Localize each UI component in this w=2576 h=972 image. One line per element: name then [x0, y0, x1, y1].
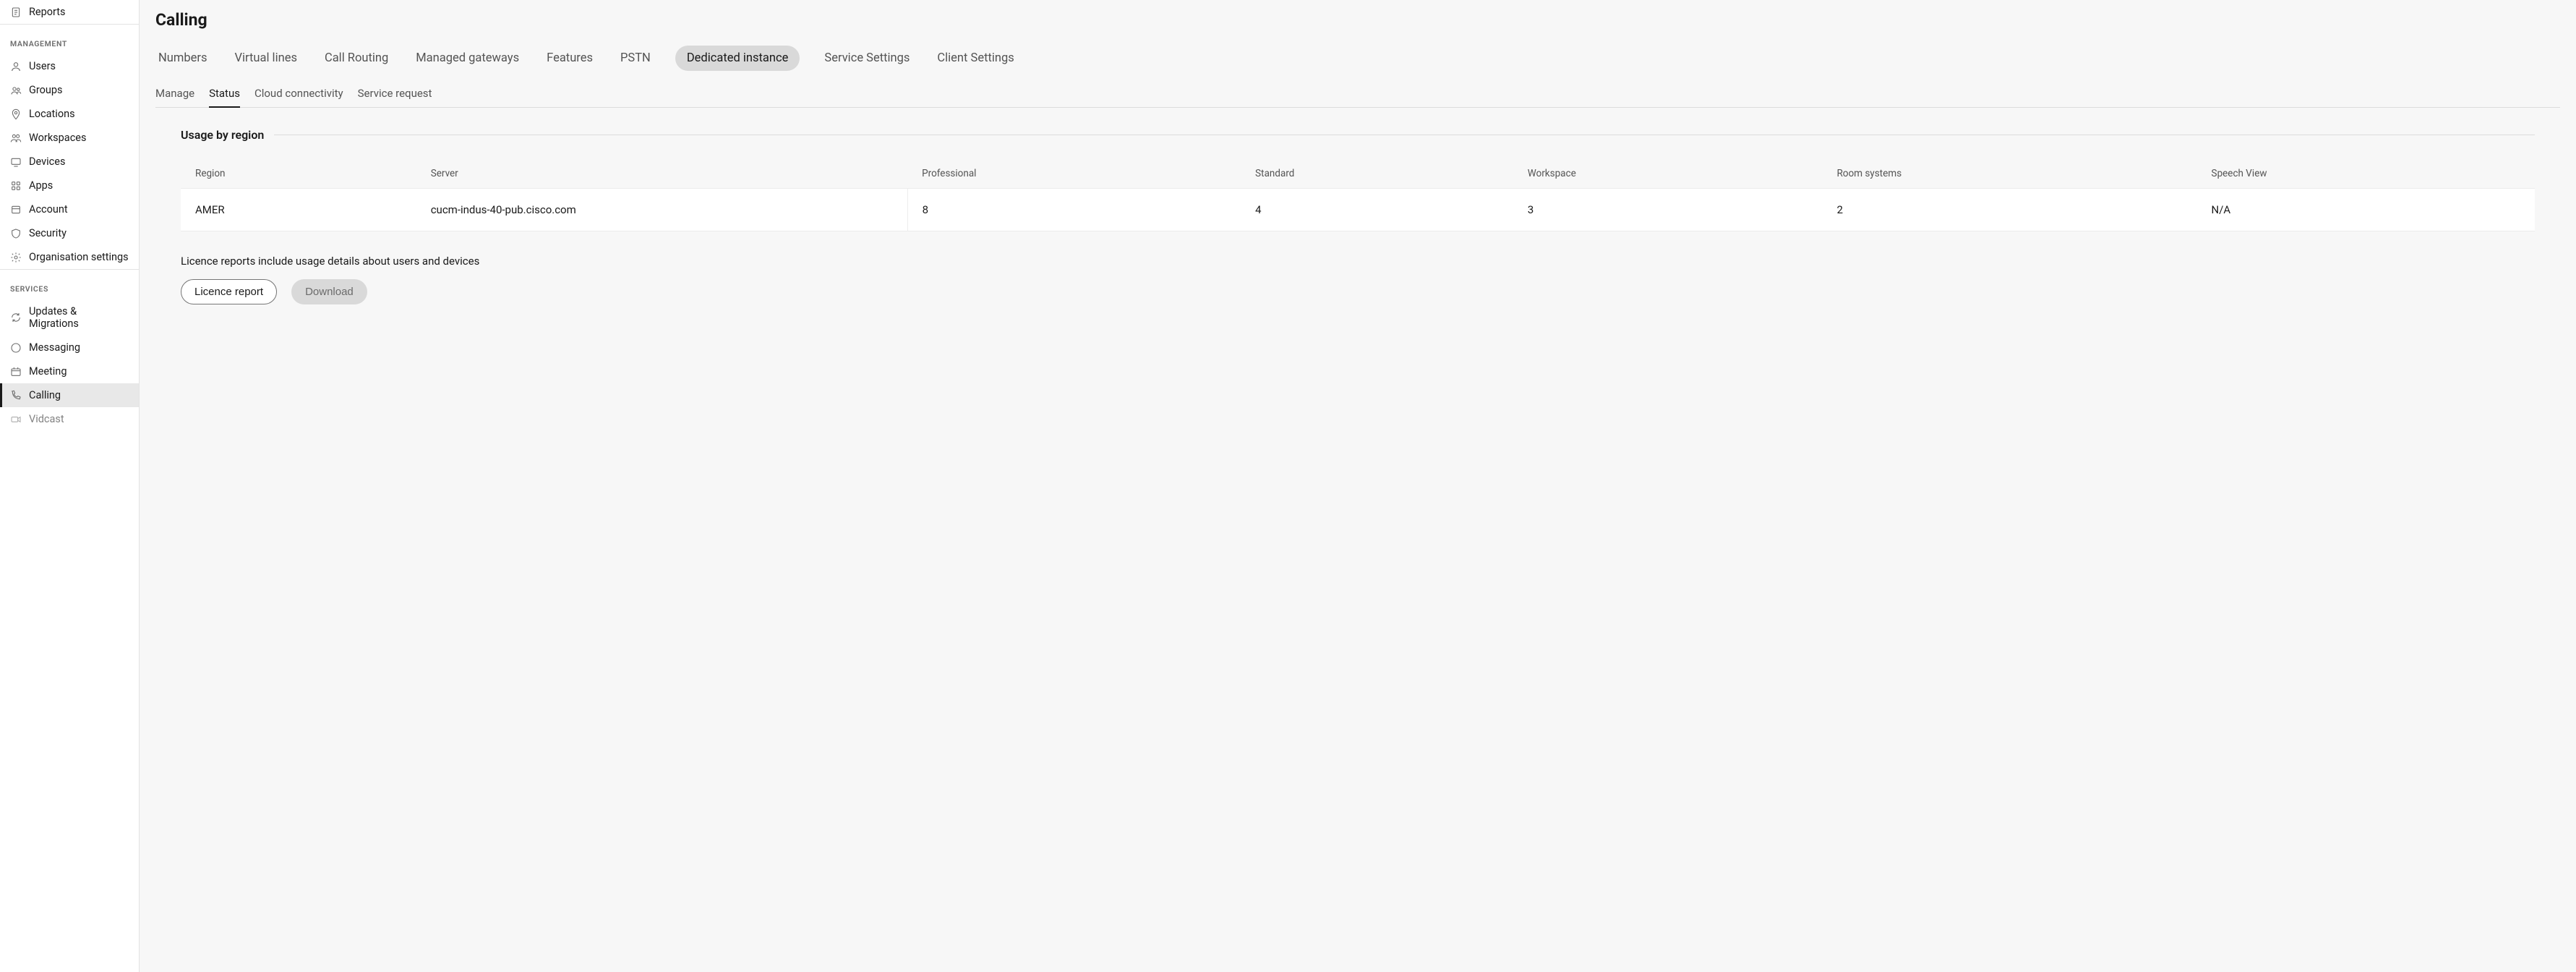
groups-icon: [10, 85, 22, 96]
devices-icon: [10, 156, 22, 168]
cell-server: cucm-indus-40-pub.cisco.com: [416, 189, 907, 231]
video-icon: [10, 414, 22, 425]
workspaces-icon: [10, 132, 22, 144]
sidebar-item-locations[interactable]: Locations: [0, 102, 139, 126]
sub-tabs: Manage Status Cloud connectivity Service…: [155, 87, 2560, 108]
usage-table: Region Server Professional Standard Work…: [181, 159, 2535, 231]
subtab-manage[interactable]: Manage: [155, 87, 194, 107]
table-header-row: Region Server Professional Standard Work…: [181, 159, 2535, 189]
sidebar-item-groups[interactable]: Groups: [0, 78, 139, 102]
col-speech-view: Speech View: [2197, 159, 2535, 189]
col-room-systems: Room systems: [1823, 159, 2197, 189]
top-tabs: Numbers Virtual lines Call Routing Manag…: [155, 46, 2560, 71]
cell-professional: 8: [907, 189, 1241, 231]
sidebar-item-messaging[interactable]: Messaging: [0, 336, 139, 359]
sidebar-section-management: MANAGEMENT: [0, 25, 139, 54]
subtab-status[interactable]: Status: [209, 87, 240, 107]
tab-numbers[interactable]: Numbers: [155, 46, 210, 71]
sidebar: Reports MANAGEMENT Users Groups Location…: [0, 0, 140, 972]
subtab-cloud-connectivity[interactable]: Cloud connectivity: [254, 87, 343, 107]
shield-icon: [10, 228, 22, 239]
sidebar-item-label: Updates & Migrations: [29, 305, 129, 330]
sidebar-item-devices[interactable]: Devices: [0, 150, 139, 174]
apps-icon: [10, 180, 22, 192]
sidebar-item-label: Reports: [29, 6, 66, 18]
location-icon: [10, 108, 22, 120]
subtab-service-request[interactable]: Service request: [358, 87, 432, 107]
sidebar-item-label: Organisation settings: [29, 251, 129, 263]
sidebar-item-label: Calling: [29, 389, 61, 401]
cell-room-systems: 2: [1823, 189, 2197, 231]
sidebar-item-label: Security: [29, 227, 67, 239]
tab-features[interactable]: Features: [544, 46, 596, 71]
sidebar-item-label: Users: [29, 60, 56, 72]
usage-table-wrap: Region Server Professional Standard Work…: [181, 159, 2535, 231]
col-server: Server: [416, 159, 907, 189]
sidebar-item-label: Meeting: [29, 365, 67, 378]
sidebar-item-calling[interactable]: Calling: [0, 383, 139, 407]
sidebar-item-organisation-settings[interactable]: Organisation settings: [0, 245, 139, 269]
report-icon: [10, 7, 22, 18]
sidebar-item-users[interactable]: Users: [0, 54, 139, 78]
cell-speech-view: N/A: [2197, 189, 2535, 231]
licence-buttons: Licence report Download: [181, 279, 2535, 304]
sidebar-section-services: SERVICES: [0, 270, 139, 299]
tab-dedicated-instance[interactable]: Dedicated instance: [675, 46, 800, 71]
account-icon: [10, 204, 22, 216]
refresh-icon: [10, 312, 22, 323]
meeting-icon: [10, 366, 22, 378]
sidebar-item-label: Locations: [29, 108, 75, 120]
licence-description: Licence reports include usage details ab…: [181, 255, 2535, 268]
user-icon: [10, 61, 22, 72]
gear-icon: [10, 252, 22, 263]
sidebar-item-label: Groups: [29, 84, 63, 96]
col-region: Region: [181, 159, 416, 189]
sidebar-item-account[interactable]: Account: [0, 197, 139, 221]
page-title: Calling: [155, 10, 2560, 30]
licence-report-button[interactable]: Licence report: [181, 279, 277, 304]
cell-standard: 4: [1241, 189, 1513, 231]
sidebar-item-workspaces[interactable]: Workspaces: [0, 126, 139, 150]
cell-region: AMER: [181, 189, 416, 231]
download-button[interactable]: Download: [291, 279, 367, 304]
cell-workspace: 3: [1513, 189, 1823, 231]
tab-managed-gateways[interactable]: Managed gateways: [413, 46, 522, 71]
sidebar-item-reports[interactable]: Reports: [0, 0, 139, 24]
tab-client-settings[interactable]: Client Settings: [934, 46, 1017, 71]
sidebar-item-label: Devices: [29, 155, 65, 168]
table-row: AMER cucm-indus-40-pub.cisco.com 8 4 3 2…: [181, 189, 2535, 231]
section-header-usage: Usage by region: [181, 128, 2535, 142]
sidebar-item-label: Workspaces: [29, 132, 86, 144]
sidebar-item-label: Vidcast: [29, 413, 64, 425]
main-content: Calling Numbers Virtual lines Call Routi…: [140, 0, 2576, 972]
tab-pstn[interactable]: PSTN: [617, 46, 654, 71]
sidebar-item-meeting[interactable]: Meeting: [0, 359, 139, 383]
col-workspace: Workspace: [1513, 159, 1823, 189]
message-icon: [10, 342, 22, 354]
sidebar-item-label: Messaging: [29, 341, 80, 354]
sidebar-item-vidcast[interactable]: Vidcast: [0, 407, 139, 431]
col-professional: Professional: [907, 159, 1241, 189]
sidebar-item-label: Apps: [29, 179, 53, 192]
col-standard: Standard: [1241, 159, 1513, 189]
section-title: Usage by region: [181, 128, 264, 142]
phone-icon: [10, 390, 22, 401]
tab-call-routing[interactable]: Call Routing: [322, 46, 391, 71]
sidebar-item-security[interactable]: Security: [0, 221, 139, 245]
tab-service-settings[interactable]: Service Settings: [821, 46, 912, 71]
tab-virtual-lines[interactable]: Virtual lines: [231, 46, 300, 71]
sidebar-item-label: Account: [29, 203, 68, 216]
sidebar-item-updates-migrations[interactable]: Updates & Migrations: [0, 299, 139, 336]
sidebar-item-apps[interactable]: Apps: [0, 174, 139, 197]
